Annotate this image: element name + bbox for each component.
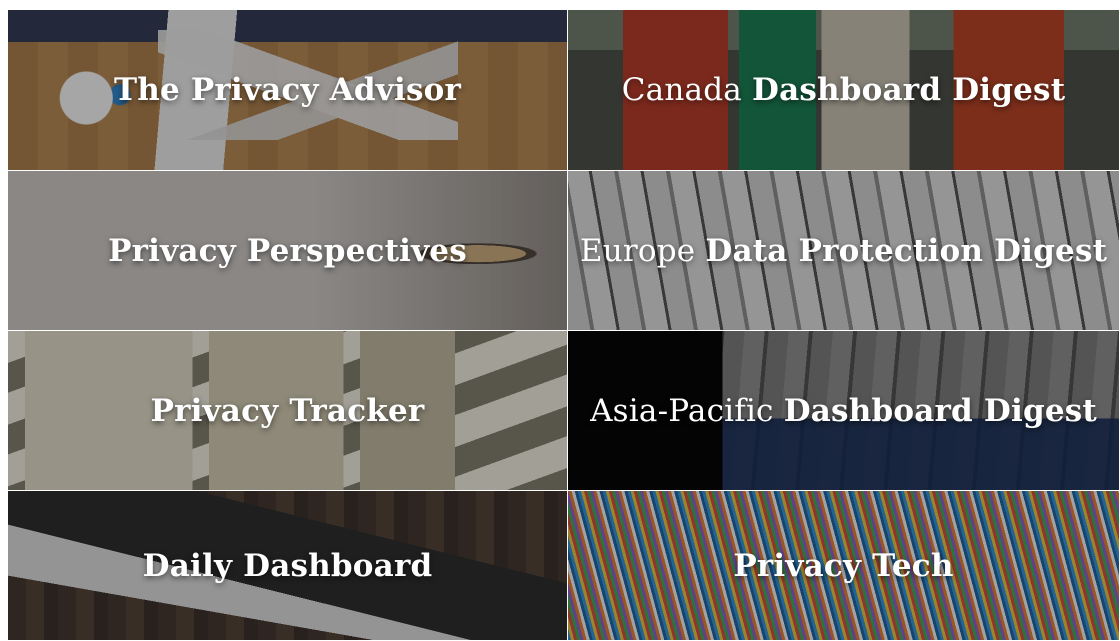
tile-title: Asia-Pacific Dashboard Digest	[590, 392, 1097, 429]
tile-title: Daily Dashboard	[142, 547, 433, 584]
tile-canada-dashboard-digest[interactable]: Canada Dashboard Digest	[568, 10, 1120, 171]
tile-asia-pacific-dashboard-digest[interactable]: Asia-Pacific Dashboard Digest	[568, 331, 1120, 491]
tile-title: Europe Data Protection Digest	[579, 232, 1108, 269]
tile-title: Privacy Tracker	[150, 392, 425, 429]
publication-grid: The Privacy Advisor Canada Dashboard Dig…	[8, 10, 1120, 641]
tile-privacy-tracker[interactable]: Privacy Tracker	[8, 331, 568, 491]
tile-the-privacy-advisor[interactable]: The Privacy Advisor	[8, 10, 568, 171]
tile-privacy-tech[interactable]: Privacy Tech	[568, 491, 1120, 641]
tile-title: Privacy Perspectives	[108, 232, 467, 269]
tile-daily-dashboard[interactable]: Daily Dashboard	[8, 491, 568, 641]
tile-title: Privacy Tech	[733, 547, 954, 584]
tile-europe-data-protection-digest[interactable]: Europe Data Protection Digest	[568, 171, 1120, 331]
tile-privacy-perspectives[interactable]: Privacy Perspectives	[8, 171, 568, 331]
tile-title: Canada Dashboard Digest	[621, 72, 1066, 108]
tile-title: The Privacy Advisor	[113, 72, 462, 108]
